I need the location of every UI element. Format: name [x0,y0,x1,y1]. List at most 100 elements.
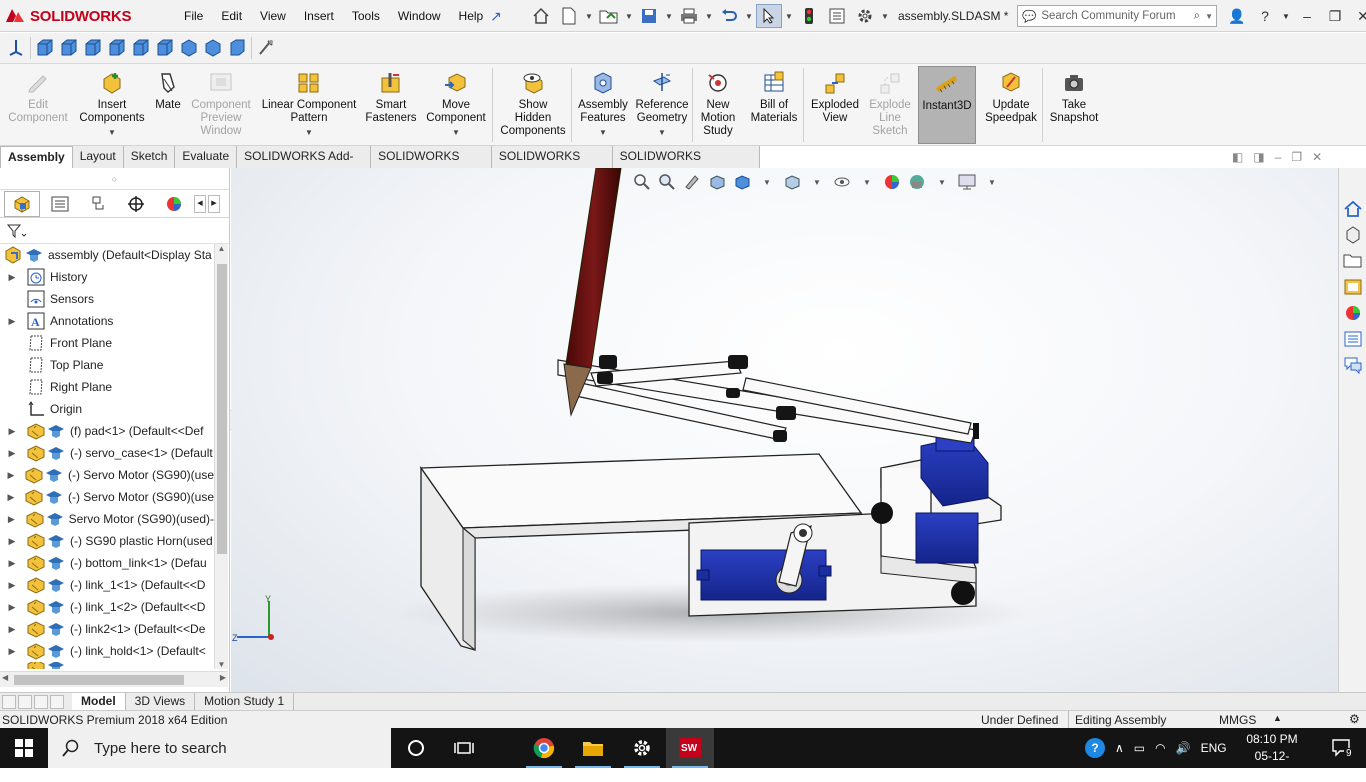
design-library-icon[interactable] [1341,224,1365,246]
scroll-down-arrow[interactable]: ▼ [215,660,228,669]
menu-view[interactable]: View [251,9,295,23]
view-orientation-icon[interactable] [732,172,752,192]
appearances-scenes-icon[interactable] [1341,302,1365,324]
apply-scene-icon[interactable] [907,172,927,192]
windows-start-icon[interactable] [0,728,48,768]
insert-components-button[interactable]: Insert Components ▼ [76,66,148,144]
show-hidden-icons-chevron[interactable]: ∧ [1115,741,1124,755]
options-dropdown[interactable]: ▼ [880,12,890,21]
servo-motor-lower[interactable] [696,549,832,601]
print-icon[interactable] [676,4,702,28]
search-icon[interactable]: ⌕ [1194,10,1200,23]
edit-component-button[interactable]: Edit Component [4,66,72,144]
solidworks-taskbar-icon[interactable]: SW [666,728,714,768]
tree-item-component[interactable]: ▶ Servo Motor (SG90)(used)- [0,508,214,530]
undo-dropdown[interactable]: ▼ [744,12,754,21]
expand-arrow-icon[interactable]: ▶ [6,448,18,459]
menu-tools[interactable]: Tools [343,9,389,23]
view-front-icon[interactable] [35,38,55,58]
panel-grip[interactable]: ○ [0,168,229,190]
view-trimetric-icon[interactable] [203,38,223,58]
language-indicator[interactable]: ENG [1201,741,1227,755]
tab-3d-views[interactable]: 3D Views [126,692,196,711]
edit-appearance-icon[interactable] [882,172,902,192]
search-input[interactable]: Search Community Forum [1041,10,1188,22]
tab-assembly[interactable]: Assembly [0,146,73,168]
user-icon[interactable]: 👤 [1226,8,1248,25]
menu-window[interactable]: Window [389,9,450,23]
tree-item-origin[interactable]: Origin [0,398,214,420]
tree-vertical-scrollbar[interactable]: ▲ ▼ [214,244,228,669]
scroll-left-arrow[interactable]: ◀ [2,673,8,682]
tree-item-component[interactable]: ▶ (-) servo_case<1> (Default [0,442,214,464]
tree-item-component[interactable]: ▶ (-) link_1<2> (Default<<D [0,596,214,618]
tab-addins[interactable]: SOLIDWORKS Add-Ins [237,146,372,184]
expand-arrow-icon[interactable]: ▶ [6,558,18,569]
expand-arrow-icon[interactable]: ▶ [6,272,18,283]
first-tab-nav[interactable] [2,694,16,709]
viewport-next-icon[interactable]: ◨ [1253,150,1264,164]
apply-scene-dropdown[interactable]: ▼ [932,172,952,192]
search-dropdown[interactable]: ▼ [1205,12,1216,21]
panel-tabs-next[interactable]: ▶ [208,194,220,213]
section-view-icon[interactable] [707,172,727,192]
undo-icon[interactable] [716,4,742,28]
dimxpert-tab-icon[interactable] [118,191,154,217]
print-dropdown[interactable]: ▼ [704,12,714,21]
scroll-thumb[interactable] [217,264,227,554]
battery-icon[interactable]: ▭ [1134,741,1145,755]
expand-arrow-icon[interactable]: ▶ [6,470,16,481]
new-document-icon[interactable] [556,4,582,28]
restore-button[interactable]: ❐ [1324,8,1346,25]
file-properties-icon[interactable] [824,4,850,28]
scroll-up-arrow[interactable]: ▲ [215,244,228,253]
viewport-minimize-button[interactable]: – [1275,150,1282,164]
view-orientation-dropdown[interactable]: ▼ [757,172,777,192]
tree-item-component[interactable]: ▶ (-) SG90 plastic Horn(used [0,530,214,552]
unit-system-dropdown[interactable]: ▲ [1273,713,1282,723]
tree-item-sensors[interactable]: Sensors [0,288,214,310]
help-tray-icon[interactable]: ? [1085,738,1105,758]
save-dropdown[interactable]: ▼ [664,12,674,21]
tree-item-component[interactable]: ▶ (-) Servo Motor (SG90)(use [0,486,214,508]
file-explorer-taskbar-icon[interactable] [569,728,617,768]
origin-triad-icon[interactable] [6,38,26,58]
tab-evaluate[interactable]: Evaluate [175,146,238,168]
settings-taskbar-icon[interactable] [618,728,666,768]
view-bottom-icon[interactable] [155,38,175,58]
prev-tab-nav[interactable] [18,694,32,709]
tab-sketch[interactable]: Sketch [123,146,176,168]
display-manager-tab-icon[interactable] [156,191,192,217]
display-style-icon[interactable] [782,172,802,192]
expand-arrow-icon[interactable]: ▶ [6,580,18,591]
viewport-prev-icon[interactable]: ◧ [1232,150,1243,164]
view-dimetric-icon[interactable] [227,38,247,58]
unit-system[interactable]: MMGS [1219,713,1256,727]
custom-properties-icon[interactable] [1341,328,1365,350]
view-left-icon[interactable] [83,38,103,58]
open-dropdown[interactable]: ▼ [624,12,634,21]
tab-motion-study[interactable]: Motion Study 1 [195,692,295,711]
taskbar-search-input[interactable]: Type here to search [94,740,227,757]
motion-study-button[interactable]: New Motion Study [696,66,740,144]
view-palette-icon[interactable] [1341,276,1365,298]
expand-arrow-icon[interactable]: ▶ [6,624,18,635]
hide-show-dropdown[interactable]: ▼ [857,172,877,192]
hide-show-items-icon[interactable] [832,172,852,192]
select-dropdown[interactable]: ▼ [784,12,794,21]
viewport-restore-button[interactable]: ❐ [1291,150,1302,164]
tab-model[interactable]: Model [72,692,126,711]
bill-of-materials-button[interactable]: Bill of Materials [748,66,800,144]
action-center-icon[interactable]: 9 [1318,728,1366,768]
link-arms[interactable] [557,355,979,444]
tree-item-plane[interactable]: Top Plane [0,354,214,376]
tree-item-plane[interactable]: Right Plane [0,376,214,398]
tree-item-component[interactable]: ▶ (-) link_hold<1> (Default< [0,640,214,662]
chrome-icon[interactable] [520,728,568,768]
help-dropdown[interactable]: ▼ [1282,12,1290,21]
tree-item-component[interactable]: ▶ (f) pad<1> (Default<<Def [0,420,214,442]
snapshot-button[interactable]: Take Snapshot [1044,66,1104,144]
tree-item-annotations[interactable]: ▶ A Annotations [0,310,214,332]
graphics-area[interactable]: Y Z [231,167,1338,692]
dropdown-arrow-icon[interactable]: ▼ [452,126,460,139]
